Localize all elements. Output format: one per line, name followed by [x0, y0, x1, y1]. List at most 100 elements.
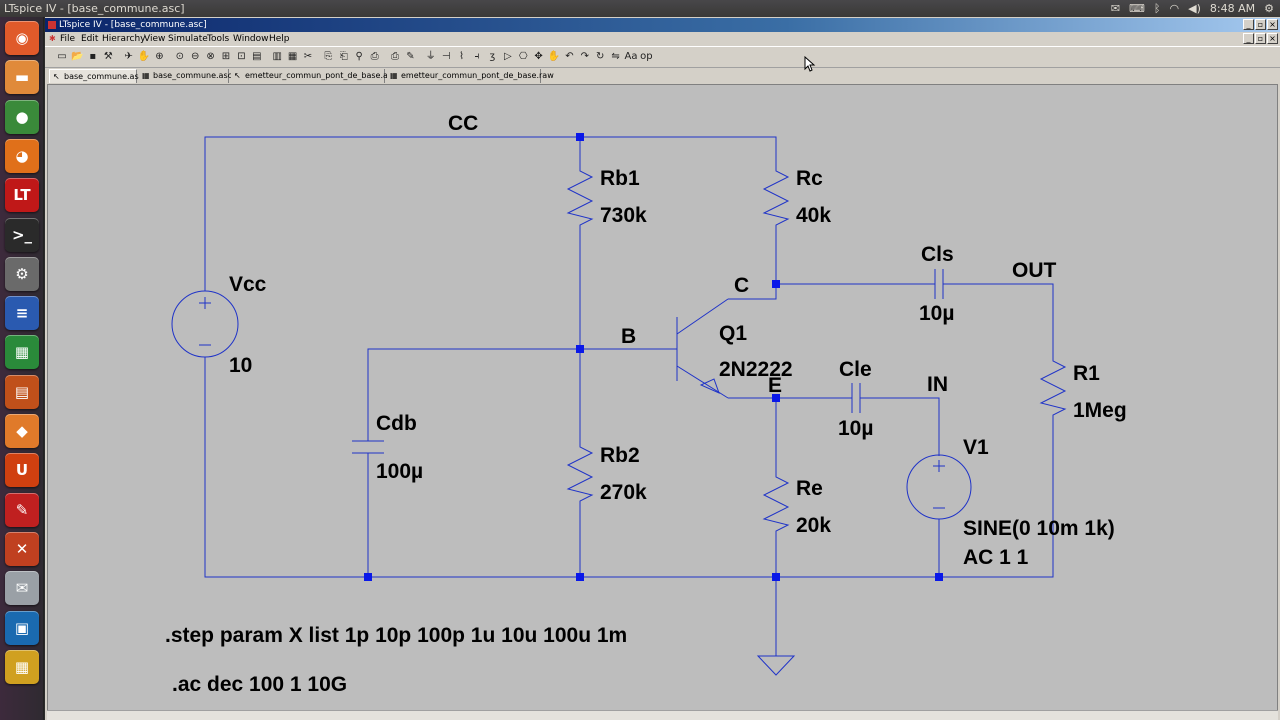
net-label-out[interactable]: OUT — [1012, 259, 1057, 282]
cle-name[interactable]: Cle — [839, 358, 872, 381]
zoom-in-icon[interactable]: ⊕ — [152, 50, 166, 64]
net-label-cc[interactable]: CC — [448, 112, 478, 135]
menu-view[interactable]: View — [144, 32, 165, 46]
launcher-terminal-icon[interactable]: >_ — [5, 217, 39, 252]
ground-icon[interactable]: ⏚ — [424, 50, 438, 64]
tab-emetteur-raw[interactable]: ▦ emetteur_commun_pont_de_base.raw — [387, 69, 554, 83]
launcher-mail-icon[interactable]: ✉ — [5, 571, 39, 606]
doc-restore-button[interactable]: ▫ — [1255, 33, 1266, 44]
q1-name[interactable]: Q1 — [719, 322, 747, 345]
bluetooth-icon[interactable]: ᛒ — [1154, 0, 1161, 17]
menu-file[interactable]: File — [60, 32, 75, 46]
wire-cc-rail[interactable] — [204, 136, 777, 291]
clock[interactable]: 8:48 AM — [1210, 0, 1255, 17]
text-icon[interactable]: Aa — [624, 50, 638, 64]
capacitor-cle[interactable] — [851, 383, 861, 413]
inductor-icon[interactable]: ʒ — [485, 50, 499, 64]
capacitor-cdb[interactable] — [352, 440, 384, 454]
rc-name[interactable]: Rc — [796, 167, 823, 190]
launcher-software-center-icon[interactable]: ◆ — [5, 414, 39, 448]
menu-hierarchy[interactable]: Hierarchy — [102, 32, 146, 46]
v1-value[interactable]: SINE(0 10m 1k) — [963, 517, 1115, 540]
capacitor-icon[interactable]: ⫞ — [470, 50, 484, 64]
close-window-icon[interactable]: ▦ — [286, 50, 300, 64]
drag-icon[interactable]: ✋ — [547, 50, 561, 64]
doc-close-button[interactable]: × — [1267, 33, 1278, 44]
undo-icon[interactable]: ↶ — [562, 50, 576, 64]
cdb-name[interactable]: Cdb — [376, 412, 417, 435]
launcher-writer-icon[interactable]: ≡ — [5, 296, 39, 331]
paste-icon[interactable]: ⎗ — [337, 50, 351, 64]
tab-base-commune-asc-2[interactable]: ▦ base_commune.asc — [139, 69, 232, 83]
schematic-canvas[interactable]: CC B C E OUT IN Vcc 10 Rb1 730k Rc 40k C… — [47, 84, 1278, 720]
find-icon[interactable]: ⚲ — [352, 50, 366, 64]
launcher-impress-icon[interactable]: ▤ — [5, 374, 39, 409]
menu-window[interactable]: Window — [233, 32, 269, 46]
rc-value[interactable]: 40k — [796, 204, 831, 227]
ghost-grid-icon[interactable]: ⊡ — [234, 50, 248, 64]
resistor-rb2[interactable] — [566, 441, 594, 504]
halt-icon[interactable]: ✋ — [137, 50, 151, 64]
new-schematic-icon[interactable]: ▭ — [55, 50, 69, 64]
horizontal-scrollbar[interactable] — [47, 710, 1278, 720]
net-label-b[interactable]: B — [621, 325, 636, 348]
zoom-cancel-icon[interactable]: ⊗ — [204, 50, 218, 64]
diode-icon[interactable]: ▷ — [501, 50, 515, 64]
doc-icon[interactable]: ✱ — [49, 32, 56, 46]
resistor-rb1[interactable] — [566, 166, 594, 229]
rb2-value[interactable]: 270k — [600, 481, 647, 504]
open-icon[interactable]: 📂 — [70, 50, 84, 64]
print-setup-icon[interactable]: ⎙ — [368, 50, 382, 64]
pan-icon[interactable]: ⊙ — [173, 50, 187, 64]
launcher-calc-icon[interactable]: ▦ — [5, 335, 39, 370]
redo-icon[interactable]: ↷ — [578, 50, 592, 64]
close-button[interactable]: × — [1267, 19, 1278, 30]
capacitor-cls[interactable] — [934, 269, 944, 299]
tab-emetteur-asc[interactable]: ↖ emetteur_commun_pont_de_base.asc — [231, 69, 396, 83]
vcc-source[interactable] — [171, 290, 239, 358]
print-icon[interactable]: ⎙ — [388, 50, 402, 64]
cle-value[interactable]: 10µ — [838, 417, 873, 440]
ac-directive[interactable]: .ac dec 100 1 10G — [172, 673, 347, 696]
zoom-out-icon[interactable]: ⊖ — [188, 50, 202, 64]
doc-minimize-button[interactable]: _ — [1243, 33, 1254, 44]
launcher-ltspice-icon[interactable]: LT — [5, 178, 39, 213]
run-icon[interactable]: ✈ — [122, 50, 136, 64]
wire-ground-rail[interactable] — [204, 357, 1054, 578]
label-net-icon[interactable]: ⊣ — [439, 50, 453, 64]
component-icon[interactable]: ⎔ — [516, 50, 530, 64]
rb2-name[interactable]: Rb2 — [600, 444, 640, 467]
launcher-chrome-icon[interactable]: ● — [5, 99, 39, 134]
schematic[interactable]: CC B C E OUT IN Vcc 10 Rb1 730k Rc 40k C… — [48, 85, 1279, 720]
move-icon[interactable]: ✥ — [532, 50, 546, 64]
tab-base-commune-asc-1[interactable]: ↖ base_commune.asc — [49, 69, 143, 83]
cls-value[interactable]: 10µ — [919, 302, 954, 325]
rb1-name[interactable]: Rb1 — [600, 167, 640, 190]
spice-directive-icon[interactable]: op — [639, 50, 653, 64]
cdb-value[interactable]: 100µ — [376, 460, 423, 483]
v1-name[interactable]: V1 — [963, 436, 989, 459]
wifi-icon[interactable]: ◠ — [1170, 0, 1180, 17]
menu-help[interactable]: Help — [269, 32, 290, 46]
keyboard-icon[interactable]: ⌨ — [1129, 0, 1145, 17]
cls-name[interactable]: Cls — [921, 243, 954, 266]
launcher-settings-icon[interactable]: ⚙ — [5, 256, 39, 291]
vcc-name[interactable]: Vcc — [229, 273, 267, 296]
power-icon[interactable]: ⚙ — [1264, 0, 1274, 17]
v1-ac-value[interactable]: AC 1 1 — [963, 546, 1029, 569]
minimize-button[interactable]: _ — [1243, 19, 1254, 30]
resistor-r1[interactable] — [1039, 356, 1067, 421]
mail-icon[interactable]: ✉ — [1111, 0, 1120, 17]
vcc-value[interactable]: 10 — [229, 354, 252, 377]
re-value[interactable]: 20k — [796, 514, 831, 537]
launcher-firefox-icon[interactable]: ◕ — [5, 138, 39, 173]
resistor-icon[interactable]: ⌇ — [455, 50, 469, 64]
volume-icon[interactable]: ◀) — [1188, 0, 1201, 17]
launcher-remote-desktop-icon[interactable]: ▣ — [5, 610, 39, 645]
launcher-ubuntu-dash-icon[interactable]: ◉ — [5, 21, 39, 55]
cut-icon[interactable]: ✂ — [301, 50, 315, 64]
transistor-q1[interactable] — [676, 298, 729, 399]
resistor-re[interactable] — [762, 471, 790, 536]
re-name[interactable]: Re — [796, 477, 823, 500]
launcher-workspaces-icon[interactable]: ▦ — [5, 649, 39, 684]
